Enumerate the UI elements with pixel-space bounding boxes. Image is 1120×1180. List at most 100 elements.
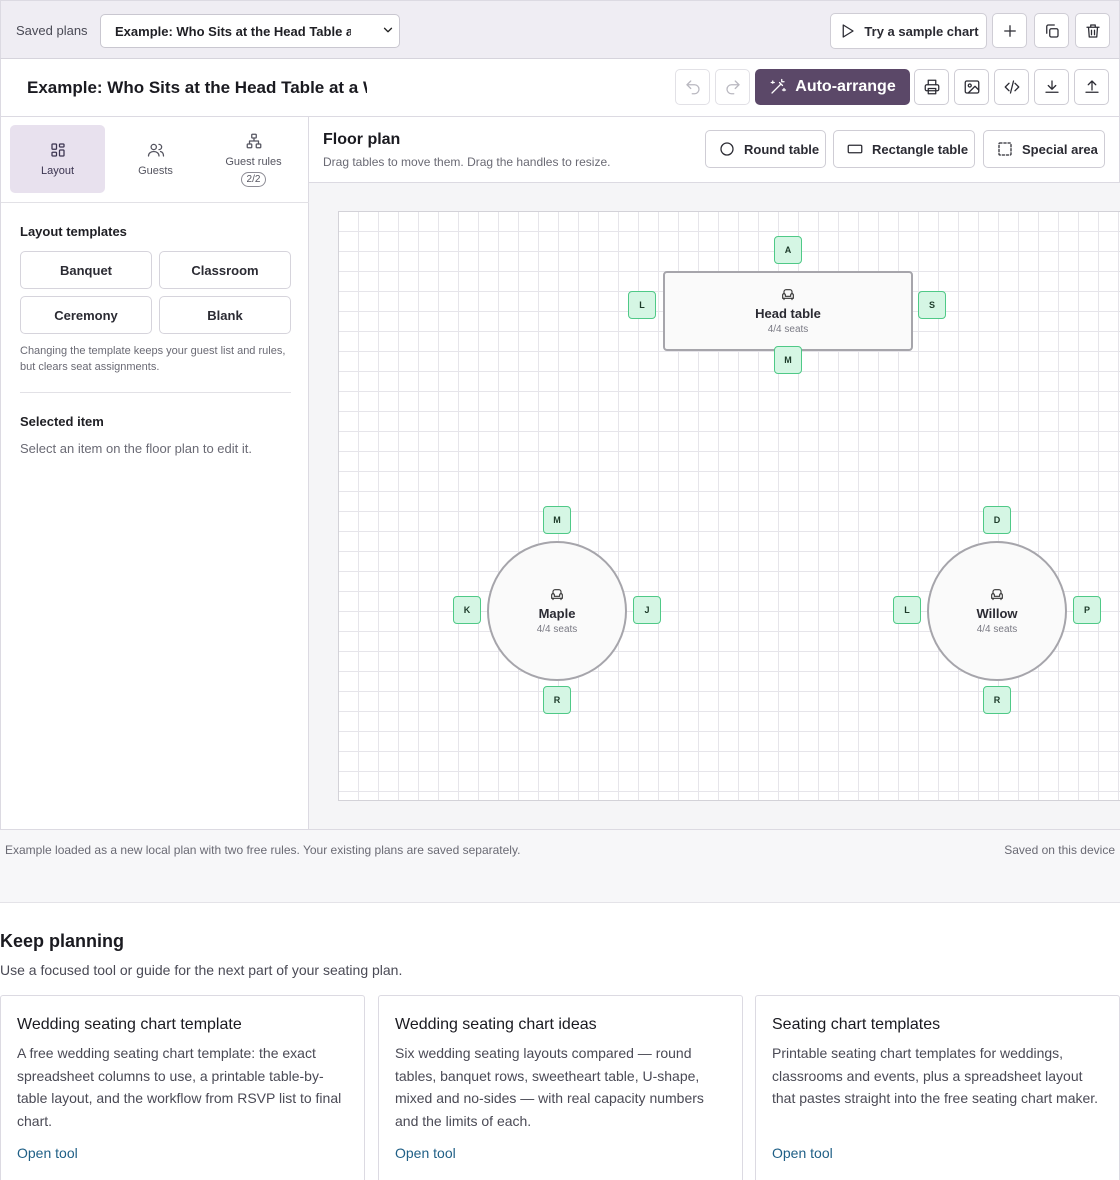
embed-code-button[interactable] (994, 69, 1029, 105)
round-table-willow[interactable]: Willow 4/4 seats (927, 541, 1067, 681)
new-plan-button[interactable] (992, 13, 1027, 48)
selected-item-hint: Select an item on the floor plan to edit… (20, 441, 252, 456)
armchair-icon (780, 287, 796, 303)
table-name: Maple (538, 606, 576, 621)
upload-button[interactable] (1074, 69, 1109, 105)
tool-card[interactable]: Wedding seating chart template A free we… (0, 995, 365, 1180)
sidebar-divider (20, 392, 291, 393)
seat[interactable]: R (983, 686, 1011, 714)
round-table-maple[interactable]: Maple 4/4 seats (487, 541, 627, 681)
templates-note: Changing the template keeps your guest l… (20, 345, 286, 373)
layout-templates-heading: Layout templates (20, 224, 127, 239)
try-sample-chart-button[interactable]: Try a sample chart (830, 13, 987, 49)
tool-card[interactable]: Seating chart templates Printable seatin… (755, 995, 1120, 1180)
saved-plan-select-value: Example: Who Sits at the Head Table at a… (115, 24, 351, 39)
template-blank-button[interactable]: Blank (159, 296, 291, 334)
duplicate-plan-button[interactable] (1034, 13, 1069, 48)
download-button[interactable] (1034, 69, 1069, 105)
open-tool-link[interactable]: Open tool (772, 1145, 833, 1161)
magic-wand-icon (769, 78, 787, 96)
status-message: Example loaded as a new local plan with … (5, 843, 521, 857)
floor-plan-viewport[interactable]: Head table 4/4 seats A L S M Maple 4/4 s… (309, 183, 1120, 830)
seat[interactable]: M (774, 346, 802, 374)
template-ceremony-button[interactable]: Ceremony (20, 296, 152, 334)
play-icon (838, 22, 856, 40)
save-status: Saved on this device (1004, 843, 1115, 857)
seat[interactable]: J (633, 596, 661, 624)
floor-plan-subtitle: Drag tables to move them. Drag the handl… (323, 155, 611, 169)
card-title: Wedding seating chart ideas (395, 1016, 597, 1033)
undo-icon (684, 78, 702, 96)
add-rectangle-table-label: Rectangle table (872, 141, 969, 157)
seat[interactable]: L (628, 291, 656, 319)
users-icon (147, 141, 165, 159)
tool-card[interactable]: Wedding seating chart ideas Six wedding … (378, 995, 743, 1180)
seat[interactable]: M (543, 506, 571, 534)
add-special-area-button[interactable]: Special area (983, 130, 1105, 168)
plan-title[interactable]: Example: Who Sits at the Head Table at a… (27, 78, 367, 98)
seat[interactable]: K (453, 596, 481, 624)
table-seat-count: 4/4 seats (976, 624, 1018, 635)
saved-plan-select[interactable]: Example: Who Sits at the Head Table at a… (100, 14, 400, 48)
auto-arrange-button[interactable]: Auto-arrange (755, 69, 910, 105)
seat[interactable]: S (918, 291, 946, 319)
tab-guest-rules[interactable]: Guest rules 2/2 (206, 125, 301, 193)
plus-icon (1001, 22, 1019, 40)
seat[interactable]: L (893, 596, 921, 624)
auto-arrange-label: Auto-arrange (795, 78, 896, 95)
print-button[interactable] (914, 69, 949, 105)
template-banquet-button[interactable]: Banquet (20, 251, 152, 289)
tab-guests[interactable]: Guests (108, 125, 203, 193)
open-tool-link[interactable]: Open tool (17, 1145, 78, 1161)
add-special-area-label: Special area (1022, 141, 1098, 157)
top-bar: Saved plans Example: Who Sits at the Hea… (0, 0, 1120, 59)
card-description: Six wedding seating layouts compared — r… (395, 1045, 704, 1129)
hierarchy-icon (245, 132, 263, 150)
floor-plan-title: Floor plan (323, 131, 401, 148)
floor-plan-header: Floor plan Drag tables to move them. Dra… (309, 117, 1120, 183)
tab-guests-label: Guests (138, 165, 173, 177)
circle-icon (718, 140, 736, 158)
saved-plans-label: Saved plans (16, 23, 88, 38)
table-seat-count: 4/4 seats (767, 324, 809, 335)
redo-button[interactable] (715, 69, 750, 105)
floor-plan-canvas[interactable]: Head table 4/4 seats A L S M Maple 4/4 s… (338, 211, 1120, 801)
selected-item-heading: Selected item (20, 414, 104, 429)
armchair-icon (549, 587, 565, 603)
card-title: Wedding seating chart template (17, 1016, 242, 1033)
card-title: Seating chart templates (772, 1016, 941, 1033)
keep-planning-heading: Keep planning (0, 931, 125, 951)
guest-rules-count-badge: 2/2 (240, 171, 267, 187)
table-name: Head table (755, 306, 821, 321)
seat[interactable]: R (543, 686, 571, 714)
image-icon (963, 78, 981, 96)
layout-grid-icon (49, 141, 67, 159)
keep-planning-subtitle: Use a focused tool or guide for the next… (0, 962, 403, 978)
try-sample-chart-label: Try a sample chart (864, 23, 979, 39)
upload-icon (1083, 78, 1101, 96)
undo-button[interactable] (675, 69, 710, 105)
add-rectangle-table-button[interactable]: Rectangle table (833, 130, 975, 168)
rectangle-icon (846, 140, 864, 158)
open-tool-link[interactable]: Open tool (395, 1145, 456, 1161)
sidebar: Layout Guests Guest rules 2/2 Layout tem… (0, 117, 309, 830)
chevron-down-icon (381, 23, 395, 37)
copy-icon (1043, 22, 1061, 40)
sidebar-tabs: Layout Guests Guest rules 2/2 (1, 117, 309, 203)
code-icon (1003, 78, 1021, 96)
card-description: A free wedding seating chart template: t… (17, 1045, 342, 1129)
title-bar: Example: Who Sits at the Head Table at a… (0, 59, 1120, 117)
table-seat-count: 4/4 seats (536, 624, 578, 635)
seat[interactable]: A (774, 236, 802, 264)
seat[interactable]: D (983, 506, 1011, 534)
printer-icon (923, 78, 941, 96)
tab-layout-label: Layout (40, 165, 75, 177)
seat[interactable]: P (1073, 596, 1101, 624)
add-round-table-button[interactable]: Round table (705, 130, 826, 168)
template-classroom-button[interactable]: Classroom (159, 251, 291, 289)
tab-layout[interactable]: Layout (10, 125, 105, 193)
delete-plan-button[interactable] (1075, 13, 1110, 48)
redo-icon (724, 78, 742, 96)
export-image-button[interactable] (954, 69, 989, 105)
head-table[interactable]: Head table 4/4 seats (663, 271, 913, 351)
